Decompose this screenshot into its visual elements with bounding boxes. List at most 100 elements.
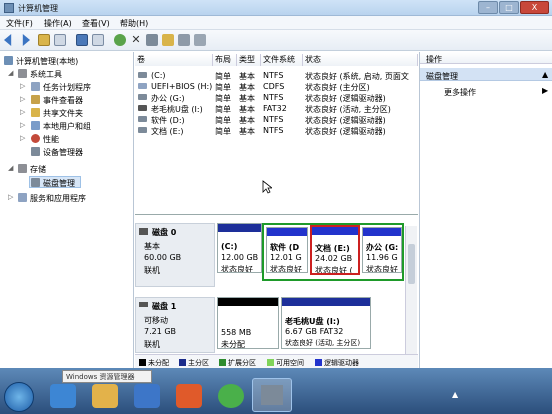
partition-name: (C:)	[221, 242, 238, 251]
tree-item-shared-folders[interactable]: 共享文件夹	[43, 108, 83, 119]
partition-size: 24.02 GB	[315, 254, 353, 263]
actions-pane: 操作 磁盘管理 ▲ 更多操作 ▶	[419, 52, 552, 368]
tree-system-tools[interactable]: 系统工具	[30, 69, 62, 80]
menu-help[interactable]: 帮助(H)	[120, 18, 148, 29]
ie-icon[interactable]	[50, 384, 76, 408]
disk-1-label[interactable]: 磁盘 1 可移动 7.21 GB 联机	[135, 297, 215, 353]
menu-view[interactable]: 查看(V)	[82, 18, 110, 29]
column-volume[interactable]: 卷	[135, 54, 213, 66]
partition-size: 12.01 G	[270, 253, 302, 262]
mouse-cursor-icon	[262, 180, 272, 194]
storage-icon	[18, 164, 27, 173]
partition-size: 6.67 GB FAT32	[285, 327, 344, 336]
partition-c[interactable]: (C:) 12.00 GB 状态良好	[217, 223, 262, 273]
menu-action[interactable]: 操作(A)	[44, 18, 72, 29]
close-button[interactable]: X	[520, 1, 549, 14]
menu-file[interactable]: 文件(F)	[6, 18, 33, 29]
tree-storage[interactable]: 存储	[30, 164, 46, 175]
more-actions-label: 更多操作	[444, 88, 476, 97]
legend-logical: 逻辑驱动器	[324, 359, 359, 367]
cell-filesystem: NTFS	[263, 115, 284, 124]
back-icon[interactable]	[4, 34, 12, 46]
start-button[interactable]	[4, 382, 34, 412]
expand-arrow-icon[interactable]: ▷	[20, 82, 25, 90]
computer-management-icon	[4, 3, 14, 13]
maximize-button[interactable]: □	[499, 1, 519, 14]
partition-status: 状态良好 (活动, 主分区)	[285, 339, 361, 347]
partition-name: 文档 (E:)	[315, 244, 350, 253]
table-row[interactable]: 软件 (D:) 简单 基本 NTFS 状态良好 (逻辑驱动器)	[135, 114, 418, 125]
tray-flag-icon[interactable]: ▲	[452, 390, 458, 399]
refresh-icon[interactable]	[114, 34, 126, 46]
logical-drive-bar	[363, 228, 401, 236]
partition-g[interactable]: 办公 (G: 11.96 G 状态良好	[362, 227, 402, 273]
vertical-scrollbar[interactable]	[405, 226, 417, 368]
media-player-icon[interactable]	[134, 384, 160, 408]
column-layout[interactable]: 布局	[213, 54, 237, 66]
cell-filesystem: NTFS	[263, 71, 284, 80]
expand-arrow-icon[interactable]: ▷	[20, 108, 25, 116]
column-status[interactable]: 状态	[303, 54, 418, 66]
partition-e[interactable]: 文档 (E:) 24.02 GB 状态良好 (	[310, 225, 360, 275]
disk-icon[interactable]	[146, 34, 158, 46]
disk-properties-icon[interactable]	[194, 34, 206, 46]
actions-section[interactable]: 磁盘管理 ▲	[420, 68, 552, 81]
disk-0-label[interactable]: 磁盘 0 基本 60.00 GB 联机	[135, 223, 215, 287]
tree-item-device-manager[interactable]: 设备管理器	[43, 147, 83, 158]
cell-filesystem: FAT32	[263, 104, 287, 113]
tree-item-task-scheduler[interactable]: 任务计划程序	[43, 82, 91, 93]
cell-layout: 简单	[215, 127, 231, 136]
more-actions[interactable]: 更多操作 ▶	[420, 84, 552, 97]
column-filesystem[interactable]: 文件系统	[261, 54, 303, 66]
computer-management-taskbar-button[interactable]	[252, 378, 292, 412]
open-folder-icon[interactable]	[162, 34, 174, 46]
partition-d[interactable]: 软件 (D 12.01 G 状态良好	[266, 227, 308, 273]
actions-header: 操作	[420, 52, 552, 64]
table-row[interactable]: 办公 (G:) 简单 基本 NTFS 状态良好 (逻辑驱动器)	[135, 92, 418, 103]
unallocated-space[interactable]: 558 MB 未分配	[217, 297, 279, 349]
collapse-arrow-icon[interactable]: ◢	[8, 164, 13, 172]
minimize-button[interactable]: –	[478, 1, 498, 14]
delete-icon[interactable]: ✕	[130, 34, 142, 46]
disk-size: 60.00 GB	[144, 253, 182, 262]
tooltip-text: Windows 资源管理器	[66, 373, 135, 381]
properties-icon[interactable]	[92, 34, 104, 46]
expand-arrow-icon[interactable]: ▷	[8, 193, 13, 201]
tree-services[interactable]: 服务和应用程序	[30, 193, 86, 204]
up-folder-icon[interactable]	[38, 34, 50, 46]
disk-graphical-view: 磁盘 0 基本 60.00 GB 联机 (C:) 12.00 GB 状态良好 软…	[135, 214, 418, 368]
partition-i[interactable]: 老毛桃U盘 (I:) 6.67 GB FAT32 状态良好 (活动, 主分区)	[281, 297, 371, 349]
table-row[interactable]: 老毛桃U盘 (I:) 简单 基本 FAT32 状态良好 (活动, 主分区)	[135, 103, 418, 114]
table-row[interactable]: (C:) 简单 基本 NTFS 状态良好 (系统, 启动, 页面文	[135, 70, 418, 81]
forward-icon[interactable]	[22, 34, 30, 46]
disk-name: 磁盘 0	[152, 228, 177, 237]
show-tree-icon[interactable]	[54, 34, 66, 46]
browser-icon[interactable]	[218, 384, 244, 408]
expand-arrow-icon[interactable]: ▷	[20, 121, 25, 129]
tree-root[interactable]: 计算机管理(本地)	[16, 56, 78, 67]
scrollbar-thumb[interactable]	[408, 244, 415, 284]
volume-icon	[138, 105, 147, 111]
app-icon[interactable]	[176, 384, 202, 408]
shared-folder-icon	[31, 108, 40, 117]
column-type[interactable]: 类型	[237, 54, 261, 66]
tree-item-performance[interactable]: 性能	[43, 134, 59, 145]
file-explorer-icon[interactable]	[92, 384, 118, 408]
partition-size: 558 MB	[221, 328, 252, 337]
table-row[interactable]: UEFI+BIOS (H:) 简单 基本 CDFS 状态良好 (主分区)	[135, 81, 418, 92]
table-row[interactable]: 文档 (E:) 简单 基本 NTFS 状态良好 (逻辑驱动器)	[135, 125, 418, 136]
tree-item-event-viewer[interactable]: 事件查看器	[43, 95, 83, 106]
actions-title: 操作	[426, 55, 442, 64]
search-disk-icon[interactable]	[178, 34, 190, 46]
legend: 未分配 主分区 扩展分区 可用空间 逻辑驱动器	[135, 354, 418, 368]
cell-volume: UEFI+BIOS (H:)	[151, 82, 213, 91]
tree-item-disk-management[interactable]: 磁盘管理	[43, 178, 75, 189]
collapse-arrow-icon[interactable]: ▲	[542, 70, 548, 79]
expand-arrow-icon[interactable]: ▷	[20, 134, 25, 142]
collapse-arrow-icon[interactable]: ◢	[8, 69, 13, 77]
expand-arrow-icon[interactable]: ▷	[20, 95, 25, 103]
tree-item-local-users[interactable]: 本地用户和组	[43, 121, 91, 132]
help-icon[interactable]	[76, 34, 88, 46]
disk-type: 基本	[144, 242, 160, 251]
logical-drive-bar	[267, 228, 307, 236]
